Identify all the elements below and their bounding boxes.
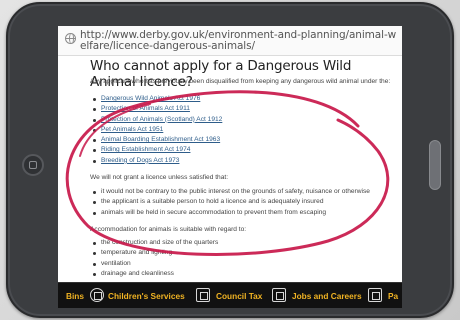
act-item[interactable]: Breeding of Dogs Act 1973 <box>90 156 330 166</box>
bullet-icon <box>93 98 96 101</box>
act-item[interactable]: Protection of Animals (Scotland) Act 191… <box>90 115 330 125</box>
nav-bins[interactable]: Bins <box>66 283 84 308</box>
licence-lead-text: We will not grant a licence unless satis… <box>90 174 229 181</box>
bullet-icon <box>93 242 96 245</box>
regard-text: temperature and lighting <box>101 249 173 257</box>
bullet-icon <box>93 252 96 256</box>
bullet-icon <box>93 159 96 163</box>
nav-council-tax[interactable]: Council Tax <box>216 283 262 308</box>
nav-children-icon <box>90 288 104 302</box>
url-text[interactable]: http://www.derby.gov.uk/environment-and-… <box>80 30 398 52</box>
bullet-icon <box>93 272 96 276</box>
bullet-icon <box>93 262 96 266</box>
intro-text: Any applicant who has previously been di… <box>90 78 391 85</box>
page-content: Who cannot apply for a Dangerous Wild An… <box>58 56 402 308</box>
condition-text: the applicant is a suitable person to ho… <box>101 198 324 206</box>
nav-childrens-services[interactable]: Children's Services <box>108 283 185 308</box>
regard-item: temperature and lighting <box>90 248 330 258</box>
act-item[interactable]: Protection of Animals Act 1911 <box>90 104 330 114</box>
act-link[interactable]: Protection of Animals (Scotland) Act 191… <box>101 116 222 123</box>
bullet-icon <box>93 191 96 194</box>
regard-item: drainage and cleanliness <box>90 269 330 279</box>
condition-item: the applicant is a suitable person to ho… <box>90 197 395 207</box>
address-bar[interactable]: http://www.derby.gov.uk/environment-and-… <box>58 26 402 56</box>
bullet-icon <box>93 128 96 132</box>
regard-item: ventilation <box>90 259 330 269</box>
bullet-icon <box>93 201 96 205</box>
home-square-icon <box>29 161 37 169</box>
side-button[interactable] <box>429 140 441 190</box>
globe-icon <box>65 33 76 44</box>
regard-text: drainage and cleanliness <box>101 269 174 277</box>
footer-nav-bar: Bins Children's Services Council Tax Job… <box>58 282 402 308</box>
regard-list: the construction and size of the quarter… <box>90 238 330 279</box>
home-button[interactable] <box>22 154 44 176</box>
act-item[interactable]: Riding Establishment Act 1974 <box>90 145 330 155</box>
act-link[interactable]: Dangerous Wild Animals Act 1976 <box>101 95 200 102</box>
act-item[interactable]: Dangerous Wild Animals Act 1976 <box>90 94 330 104</box>
nav-pa[interactable]: Pa <box>388 283 398 308</box>
bullet-icon <box>93 139 96 143</box>
regard-item: the construction and size of the quarter… <box>90 238 330 248</box>
accommodation-lead-text: Accommodation for animals is suitable wi… <box>90 226 247 233</box>
act-item[interactable]: Pet Animals Act 1951 <box>90 125 330 135</box>
acts-list: Dangerous Wild Animals Act 1976 Protecti… <box>90 94 330 166</box>
regard-text: the construction and size of the quarter… <box>101 239 219 246</box>
bullet-icon <box>93 118 96 122</box>
condition-item: animals will be held in secure accommoda… <box>90 208 395 218</box>
nav-parking-icon <box>368 288 382 302</box>
tablet-screen: http://www.derby.gov.uk/environment-and-… <box>58 26 402 308</box>
nav-council-tax-icon <box>196 288 210 302</box>
act-item[interactable]: Animal Boarding Establishment Act 1963 <box>90 135 330 145</box>
act-link[interactable]: Riding Establishment Act 1974 <box>101 146 190 153</box>
condition-item: it would not be contrary to the public i… <box>90 187 395 197</box>
condition-text: animals will be held in secure accommoda… <box>101 208 327 216</box>
bullet-icon <box>93 149 96 153</box>
act-link[interactable]: Animal Boarding Establishment Act 1963 <box>101 136 220 143</box>
bullet-icon <box>93 108 96 112</box>
nav-jobs-icon <box>272 288 286 302</box>
regard-text: ventilation <box>101 259 131 267</box>
act-link[interactable]: Breeding of Dogs Act 1973 <box>101 157 179 164</box>
condition-text: it would not be contrary to the public i… <box>101 188 370 195</box>
act-link[interactable]: Pet Animals Act 1951 <box>101 126 163 133</box>
bullet-icon <box>93 211 96 215</box>
act-link[interactable]: Protection of Animals Act 1911 <box>101 105 190 112</box>
nav-jobs-and-careers[interactable]: Jobs and Careers <box>292 283 362 308</box>
conditions-list: it would not be contrary to the public i… <box>90 187 395 218</box>
